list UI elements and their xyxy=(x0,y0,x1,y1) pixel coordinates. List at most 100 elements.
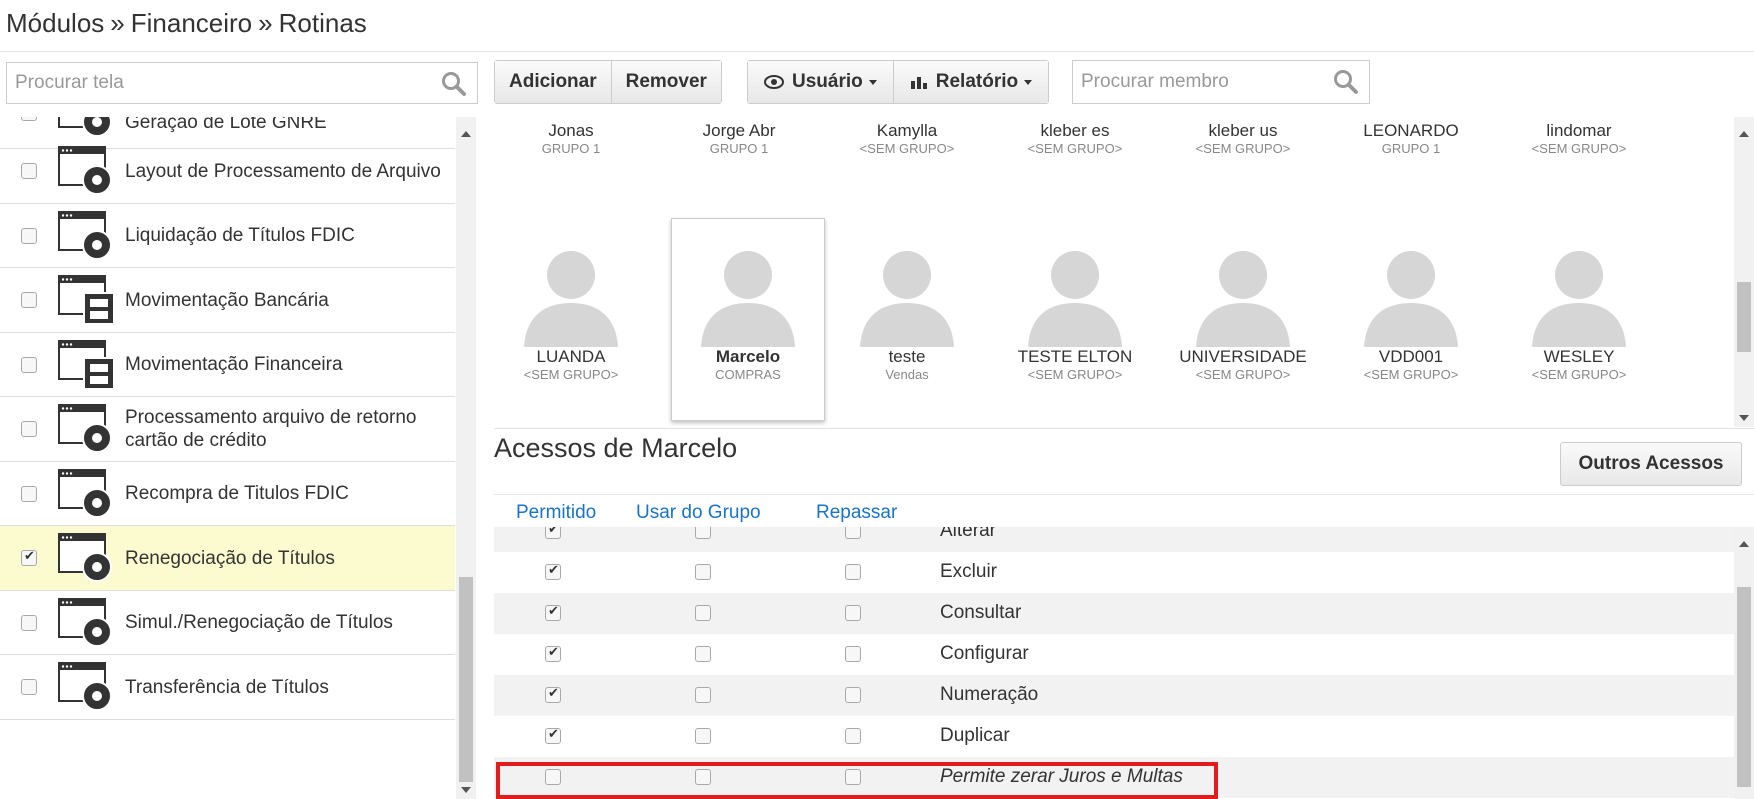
list-item[interactable]: Liquidação de Títulos FDIC xyxy=(0,204,455,268)
member-name: Jonas xyxy=(548,121,594,140)
member-group: GRUPO 1 xyxy=(1381,141,1441,156)
screen-label: Simul./Renegociação de Títulos xyxy=(125,612,393,633)
list-item[interactable]: Recompra de Titulos FDIC xyxy=(0,462,455,526)
list-item[interactable]: Transferência de Títulos xyxy=(0,655,455,720)
scroll-down-icon[interactable] xyxy=(461,787,471,793)
screen-label: Renegociação de Títulos xyxy=(125,547,335,569)
remove-button[interactable]: Remover xyxy=(610,61,721,103)
member-group: <SEM GRUPO> xyxy=(1363,367,1459,382)
member-grid-scrollbar[interactable] xyxy=(1734,117,1754,427)
screen-search-input[interactable] xyxy=(7,63,477,103)
member-search-input[interactable] xyxy=(1073,61,1369,103)
member-group: <SEM GRUPO> xyxy=(859,141,955,156)
allowed-checkbox[interactable] xyxy=(545,685,561,703)
permission-label: Duplicar xyxy=(940,725,1010,746)
member-card[interactable]: TESTE ELTON <SEM GRUPO> xyxy=(998,237,1152,382)
use-group-checkbox[interactable] xyxy=(695,564,711,580)
member-name: kleber us xyxy=(1208,121,1278,140)
list-item[interactable]: Processamento arquivo de retorno cartão … xyxy=(0,397,455,462)
allowed-checkbox[interactable] xyxy=(545,603,561,621)
member-card[interactable]: LEONARDO GRUPO 1 xyxy=(1334,121,1488,156)
list-item[interactable]: Simul./Renegociação de Títulos xyxy=(0,591,455,655)
scrollbar-thumb[interactable] xyxy=(1737,282,1751,352)
screen-checkbox[interactable] xyxy=(21,614,37,631)
scrollbar-thumb[interactable] xyxy=(459,577,473,782)
column-header-use-group[interactable]: Usar do Grupo xyxy=(636,502,761,524)
screen-checkbox[interactable] xyxy=(21,292,37,308)
allowed-checkbox[interactable] xyxy=(545,562,561,580)
member-card[interactable]: teste Vendas xyxy=(830,237,984,382)
permission-label: Alterar xyxy=(940,527,996,541)
other-access-button[interactable]: Outros Acessos xyxy=(1560,442,1742,486)
pass-on-checkbox[interactable] xyxy=(845,728,861,744)
use-group-checkbox[interactable] xyxy=(695,687,711,703)
pass-on-checkbox[interactable] xyxy=(845,564,861,580)
permission-list: Alterar Excluir Consultar Configurar Num… xyxy=(494,527,1734,799)
member-group: <SEM GRUPO> xyxy=(1531,141,1627,156)
column-header-allowed[interactable]: Permitido xyxy=(516,502,596,524)
member-card[interactable]: kleber es <SEM GRUPO> xyxy=(998,121,1152,156)
member-card[interactable]: WESLEY <SEM GRUPO> xyxy=(1502,237,1656,382)
screen-checkbox[interactable] xyxy=(21,163,37,179)
list-item[interactable]: Layout de Processamento de Arquivo xyxy=(0,139,455,204)
search-icon[interactable] xyxy=(1333,69,1359,95)
allowed-checkbox[interactable] xyxy=(545,644,561,662)
member-card[interactable]: lindomar <SEM GRUPO> xyxy=(1502,121,1656,156)
screen-checkbox[interactable] xyxy=(21,485,37,502)
scroll-up-icon[interactable] xyxy=(461,131,471,137)
screen-checkbox[interactable] xyxy=(21,679,37,695)
breadcrumb: Módulos» Financeiro» Rotinas xyxy=(6,8,367,39)
list-item[interactable]: Movimentação Financeira xyxy=(0,333,455,397)
breadcrumb-modulos[interactable]: Módulos xyxy=(6,8,104,38)
list-item-selected[interactable]: Renegociação de Títulos xyxy=(0,526,455,591)
scroll-up-icon[interactable] xyxy=(1739,131,1749,137)
member-card[interactable]: UNIVERSIDADE <SEM GRUPO> xyxy=(1166,237,1320,382)
list-item[interactable]: Movimentação Bancária xyxy=(0,268,455,333)
column-header-pass-on[interactable]: Repassar xyxy=(816,502,897,524)
add-remove-group: Adicionar Remover xyxy=(494,60,722,104)
member-card[interactable]: Kamylla <SEM GRUPO> xyxy=(830,121,984,156)
add-button[interactable]: Adicionar xyxy=(495,61,611,103)
member-card[interactable]: Jonas GRUPO 1 xyxy=(494,121,648,156)
screen-checkbox[interactable] xyxy=(21,421,37,437)
screen-checkbox[interactable] xyxy=(21,227,37,244)
search-icon[interactable] xyxy=(441,71,467,97)
member-card-selected[interactable]: Marcelo COMPRAS xyxy=(671,218,825,421)
avatar-placeholder-icon xyxy=(1364,251,1458,347)
member-group: <SEM GRUPO> xyxy=(523,367,619,382)
screen-checkbox[interactable] xyxy=(21,548,37,566)
gear-window-icon xyxy=(58,404,112,453)
member-card[interactable]: LUANDA <SEM GRUPO> xyxy=(494,237,648,382)
scroll-down-icon[interactable] xyxy=(1739,415,1749,421)
use-group-checkbox[interactable] xyxy=(695,527,711,539)
gear-window-icon xyxy=(58,662,112,711)
screen-checkbox[interactable] xyxy=(21,117,37,121)
pass-on-checkbox[interactable] xyxy=(845,687,861,703)
member-name: LUANDA xyxy=(536,347,606,366)
permission-list-scrollbar[interactable] xyxy=(1734,527,1754,799)
member-group: GRUPO 1 xyxy=(541,141,601,156)
pass-on-checkbox[interactable] xyxy=(845,646,861,662)
pass-on-checkbox[interactable] xyxy=(845,605,861,621)
screen-checkbox[interactable] xyxy=(21,356,37,373)
scroll-up-icon[interactable] xyxy=(1739,541,1749,547)
report-dropdown-button[interactable]: Relatório xyxy=(892,61,1049,103)
gear-window-icon xyxy=(58,533,112,582)
allowed-checkbox[interactable] xyxy=(545,726,561,744)
permission-row: Consultar xyxy=(494,593,1734,634)
member-card[interactable]: kleber us <SEM GRUPO> xyxy=(1166,121,1320,156)
screen-label: Movimentação Financeira xyxy=(125,354,343,375)
user-dropdown-button[interactable]: Usuário xyxy=(748,61,893,103)
use-group-checkbox[interactable] xyxy=(695,728,711,744)
pass-on-checkbox[interactable] xyxy=(845,527,861,539)
scrollbar-thumb[interactable] xyxy=(1737,587,1751,787)
screen-list-scrollbar[interactable] xyxy=(456,117,476,799)
member-card[interactable]: Jorge Abr GRUPO 1 xyxy=(662,121,816,156)
breadcrumb-rotinas: Rotinas xyxy=(278,8,367,38)
member-name: Jorge Abr xyxy=(702,121,776,140)
use-group-checkbox[interactable] xyxy=(695,646,711,662)
use-group-checkbox[interactable] xyxy=(695,605,711,621)
allowed-checkbox[interactable] xyxy=(545,527,561,539)
member-card[interactable]: VDD001 <SEM GRUPO> xyxy=(1334,237,1488,382)
breadcrumb-financeiro[interactable]: Financeiro xyxy=(131,8,252,38)
